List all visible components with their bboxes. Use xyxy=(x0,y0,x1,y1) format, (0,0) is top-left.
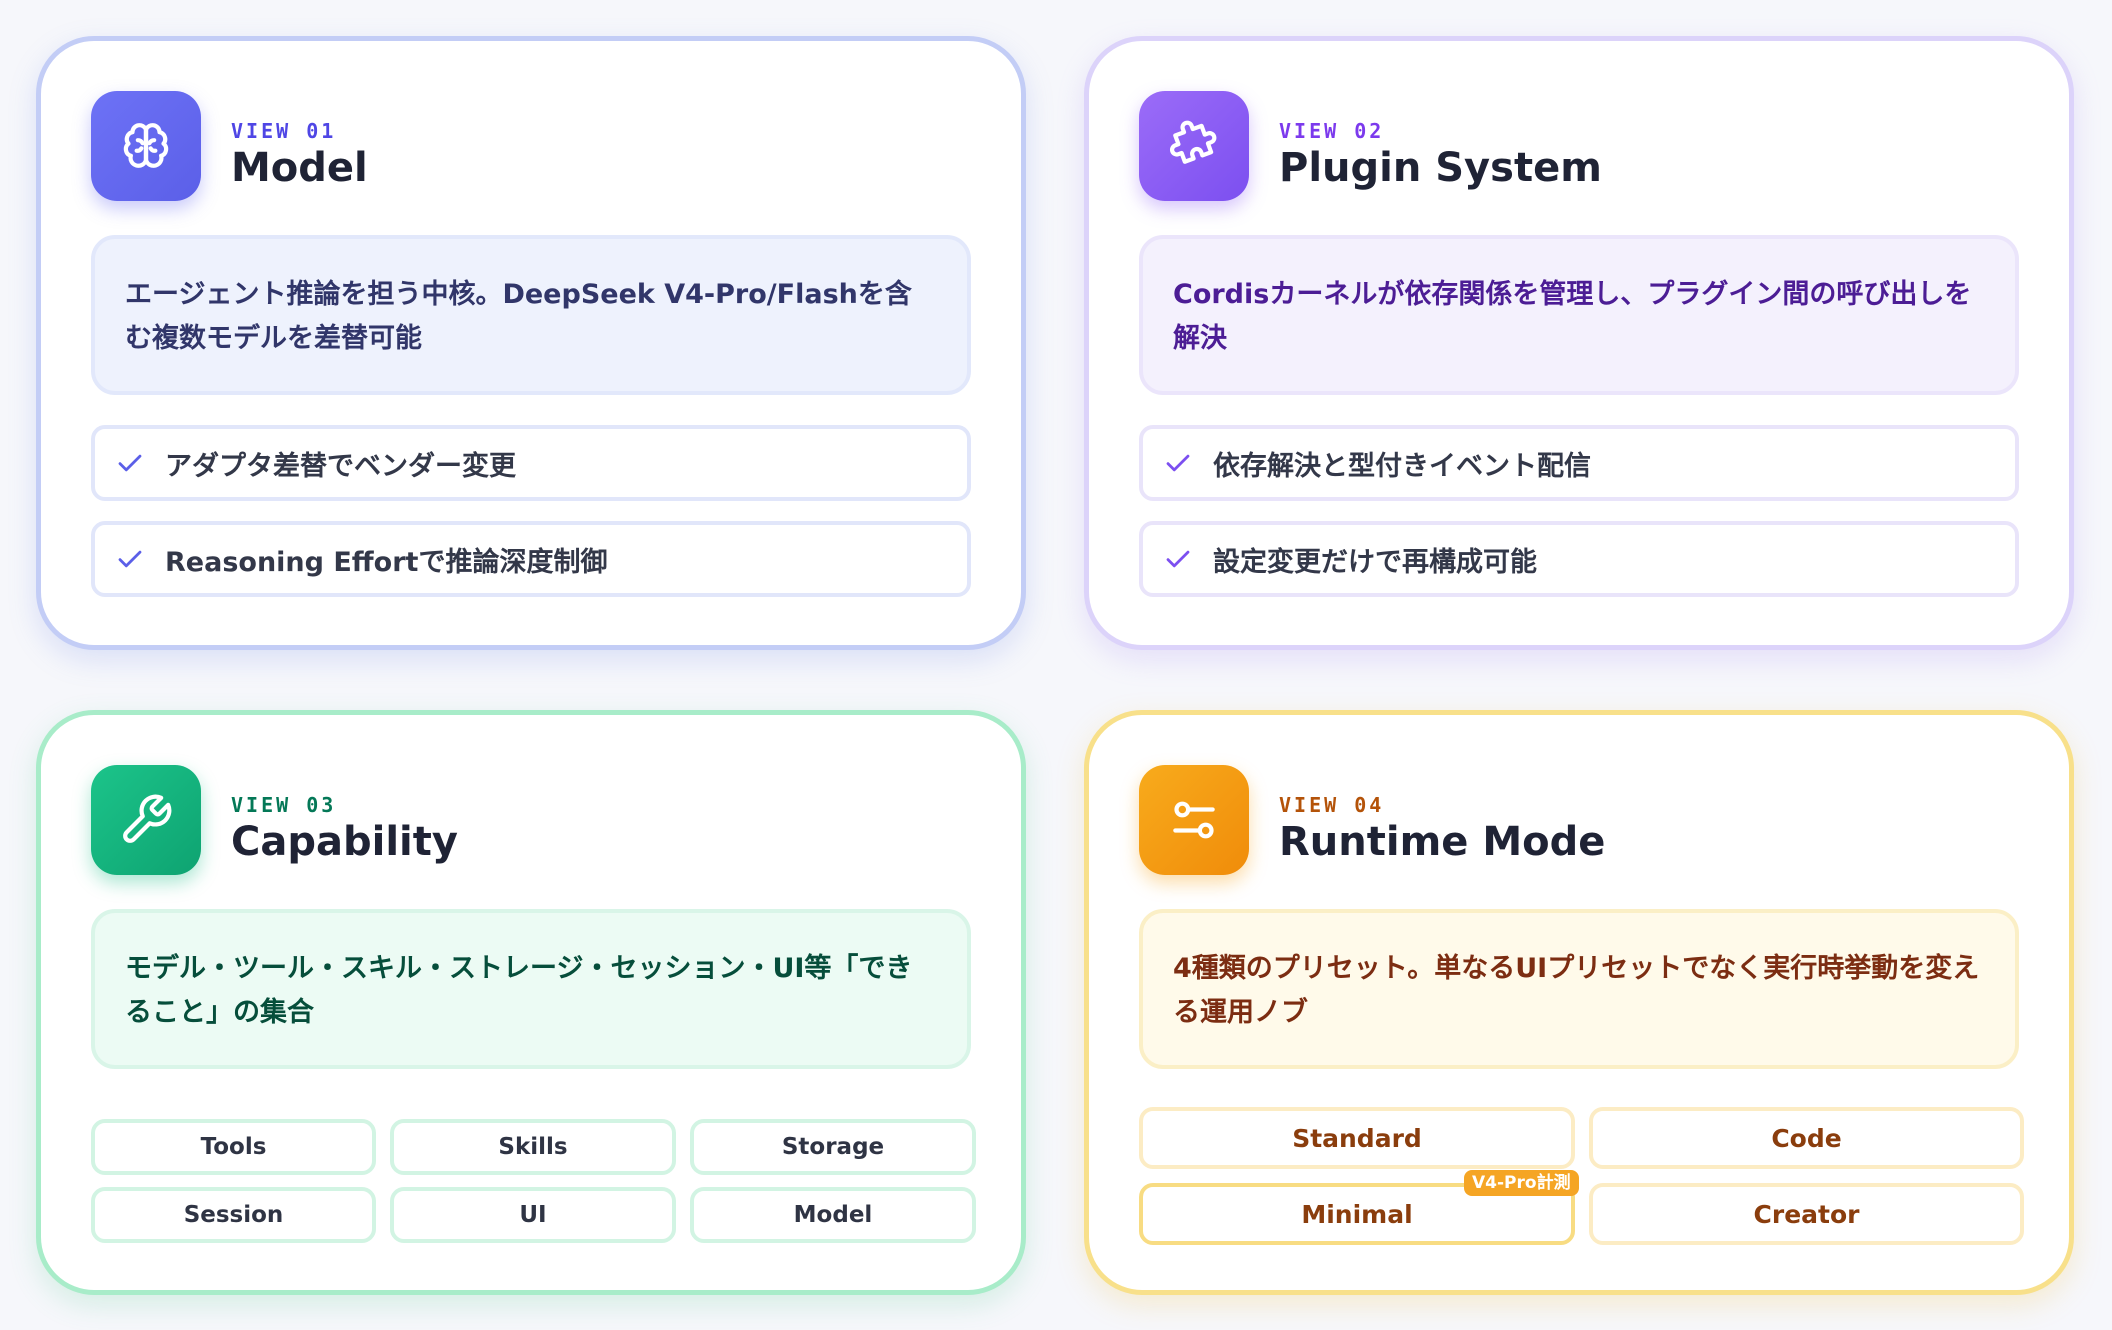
card-description: Cordisカーネルが依存関係を管理し、プラグイン間の呼び出しを解決 xyxy=(1139,235,2019,395)
mode-standard-button[interactable]: Standard xyxy=(1139,1107,1575,1169)
runtime-mode-card: VIEW 04 Runtime Mode 4種類のプリセット。単なるUIプリセッ… xyxy=(1084,710,2074,1295)
mode-code-button[interactable]: Code xyxy=(1589,1107,2024,1169)
brain-icon xyxy=(91,91,201,201)
view-label: VIEW 01 xyxy=(231,119,337,143)
wrench-icon xyxy=(91,765,201,875)
sliders-icon xyxy=(1139,765,1249,875)
card-title: Plugin System xyxy=(1279,145,1602,191)
feature-label: 設定変更だけで再構成可能 xyxy=(1213,546,1537,578)
check-icon xyxy=(1163,448,1193,478)
card-title: Capability xyxy=(231,819,458,865)
card-description: 4種類のプリセット。単なるUIプリセットでなく実行時挙動を変える運用ノブ xyxy=(1139,909,2019,1069)
puzzle-icon xyxy=(1139,91,1249,201)
model-card: VIEW 01 Model エージェント推論を担う中核。DeepSeek V4-… xyxy=(36,36,1026,650)
capability-chip-storage: Storage xyxy=(690,1119,976,1175)
feature-item: アダプタ差替でベンダー変更 xyxy=(91,425,971,501)
mode-badge: V4-Pro計測 xyxy=(1464,1170,1579,1196)
view-label: VIEW 04 xyxy=(1279,793,1385,817)
capability-chip-model: Model xyxy=(690,1187,976,1243)
view-label: VIEW 03 xyxy=(231,793,337,817)
capability-card: VIEW 03 Capability モデル・ツール・スキル・ストレージ・セッシ… xyxy=(36,710,1026,1295)
card-description: モデル・ツール・スキル・ストレージ・セッション・UI等「できること」の集合 xyxy=(91,909,971,1069)
feature-label: 依存解決と型付きイベント配信 xyxy=(1213,450,1591,482)
card-title: Runtime Mode xyxy=(1279,819,1606,865)
feature-label: アダプタ差替でベンダー変更 xyxy=(165,450,516,482)
view-label: VIEW 02 xyxy=(1279,119,1385,143)
card-description: エージェント推論を担う中核。DeepSeek V4-Pro/Flashを含む複数… xyxy=(91,235,971,395)
feature-item: 依存解決と型付きイベント配信 xyxy=(1139,425,2019,501)
check-icon xyxy=(115,544,145,574)
check-icon xyxy=(1163,544,1193,574)
capability-chip-session: Session xyxy=(91,1187,376,1243)
mode-creator-button[interactable]: Creator xyxy=(1589,1183,2024,1245)
card-title: Model xyxy=(231,145,368,191)
feature-item: 設定変更だけで再構成可能 xyxy=(1139,521,2019,597)
capability-chip-tools: Tools xyxy=(91,1119,376,1175)
feature-label: Reasoning Effortで推論深度制御 xyxy=(165,546,608,578)
feature-item: Reasoning Effortで推論深度制御 xyxy=(91,521,971,597)
plugin-system-card: VIEW 02 Plugin System Cordisカーネルが依存関係を管理… xyxy=(1084,36,2074,650)
capability-chip-ui: UI xyxy=(390,1187,676,1243)
check-icon xyxy=(115,448,145,478)
capability-chip-skills: Skills xyxy=(390,1119,676,1175)
